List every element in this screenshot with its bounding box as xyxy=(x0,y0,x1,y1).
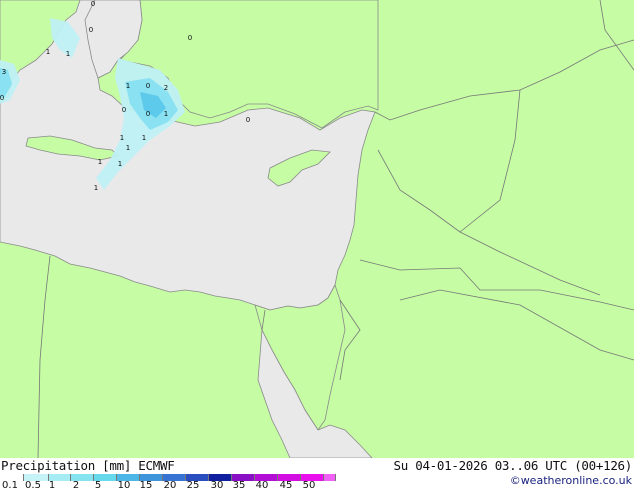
precip-value-label: 1 xyxy=(118,160,122,168)
map-title: Precipitation [mm] ECMWF xyxy=(1,458,175,473)
precip-value-label: 1 xyxy=(46,48,50,56)
precip-value-label: 1 xyxy=(142,134,146,142)
precip-value-label: 1 xyxy=(126,82,130,90)
precip-value-label: 3 xyxy=(2,68,6,76)
precip-value-label: 1 xyxy=(98,158,102,166)
precip-value-label: 1 xyxy=(164,110,168,118)
precip-value-label: 0 xyxy=(146,82,150,90)
precip-value-label: 0 xyxy=(89,26,93,34)
valid-time: Su 04-01-2026 03..06 UTC (00+126) xyxy=(393,458,633,473)
precip-value-label: 1 xyxy=(126,144,130,152)
precip-value-label: 0 xyxy=(188,34,192,42)
precip-value-label: 1 xyxy=(120,134,124,142)
precip-value-label: 2 xyxy=(164,84,168,92)
precip-value-label: 1 xyxy=(94,184,98,192)
precip-value-label: 0 xyxy=(246,116,250,124)
precip-value-label: 0 xyxy=(91,0,95,8)
legend-swatch xyxy=(324,474,336,481)
map-canvas: 0001 11 200 0 1111113010 xyxy=(0,0,634,458)
precip-value-label: 0 xyxy=(0,94,4,102)
precipitation-map: 00011120001111113010 xyxy=(0,0,634,458)
precip-value-label: 0 xyxy=(146,110,150,118)
precip-value-label: 0 xyxy=(122,106,126,114)
precip-value-label: 1 xyxy=(66,50,70,58)
credit-link[interactable]: ©weatheronline.co.uk xyxy=(510,474,632,487)
map-footer: Precipitation [mm] ECMWF Su 04-01-2026 0… xyxy=(0,458,634,491)
